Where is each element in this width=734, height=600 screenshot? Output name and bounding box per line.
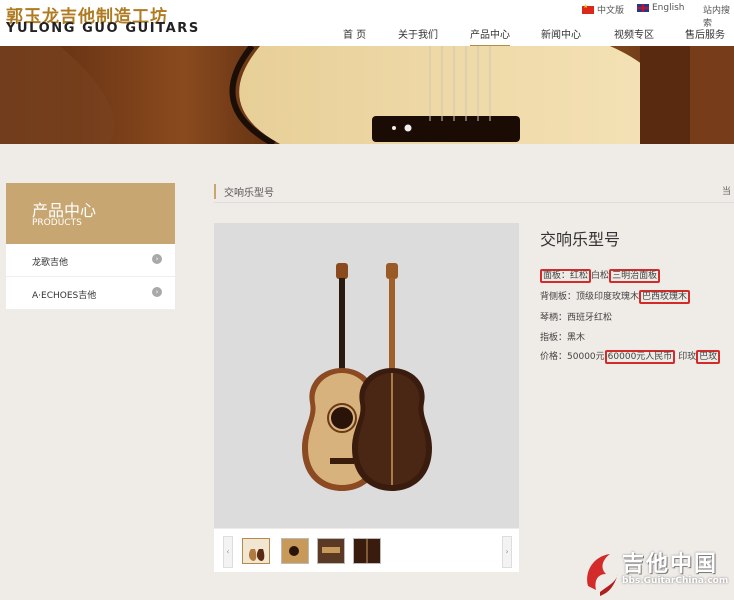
divider (214, 202, 734, 203)
thumbnail[interactable] (353, 538, 381, 564)
sidebar-item-label: 龙歌吉他 (32, 258, 69, 268)
sidebar-item-longge[interactable]: 龙歌吉他 › (6, 244, 175, 277)
chevron-right-icon: › (152, 287, 162, 297)
breadcrumb-location: 当 (722, 187, 732, 197)
sidebar-item-aechoes[interactable]: A·ECHOES吉他 › (6, 277, 175, 310)
logo-english[interactable]: YULONG GUO GUITARS (6, 21, 200, 36)
nav-news[interactable]: 新闻中心 (541, 26, 581, 45)
nav-about[interactable]: 关于我们 (398, 26, 438, 45)
prev-thumb-button[interactable]: ‹ (223, 536, 233, 568)
product-main-image[interactable] (214, 223, 519, 528)
lang-chinese-link[interactable]: 中文版 (582, 3, 624, 16)
lang-english-label: English (652, 3, 685, 13)
dragon-logo-icon (587, 554, 618, 596)
watermark-text: 吉他中国 (622, 552, 719, 577)
sidebar-subtitle: PRODUCTS (32, 218, 82, 228)
thumbnail[interactable] (281, 538, 309, 564)
sidebar-item-label: A·ECHOES吉他 (32, 291, 97, 301)
spec-top-alt: 白松 (591, 271, 610, 281)
spec-fingerboard: 指板：黑木 (540, 333, 586, 343)
hero-banner (0, 46, 734, 144)
nav-home[interactable]: 首 页 (343, 26, 366, 45)
spec-back: 背侧板：顶级印度玫瑰木 巴西玫瑰木 (540, 289, 691, 304)
spec-top-label: 面板：红松 (540, 269, 592, 283)
guitar-banner-image (0, 46, 734, 144)
guitar-product-image (302, 263, 432, 491)
thumbnail[interactable] (242, 538, 270, 564)
china-flag-icon (582, 3, 594, 14)
sidebar-header: 产品中心 PRODUCTS (6, 183, 175, 244)
spec-neck: 琴柄：西班牙红松 (540, 313, 613, 323)
price-rmb: 60000元人民币 (604, 350, 676, 364)
nav-service[interactable]: 售后服务 (685, 26, 725, 45)
watermark: 吉他中国 bbs.GuitarChina.com (578, 546, 734, 600)
uk-flag-icon (637, 4, 649, 12)
product-title: 交响乐型号 (540, 230, 621, 249)
spec-price: 价格：50000元 60000元人民币 印玫 巴玫 (540, 349, 721, 364)
lang-chinese-label: 中文版 (597, 6, 625, 16)
chevron-right-icon: › (152, 254, 162, 264)
next-thumb-button[interactable]: › (502, 536, 512, 568)
spec-back-alt: 巴西玫瑰木 (639, 290, 691, 304)
spec-top-sub: 三明治面板 (609, 269, 661, 283)
nav-products[interactable]: 产品中心 (470, 26, 510, 47)
nav-video[interactable]: 视频专区 (614, 26, 654, 45)
lang-english-link[interactable]: English (637, 3, 685, 13)
watermark-url: bbs.GuitarChina.com (622, 576, 729, 586)
breadcrumb: 交响乐型号 (214, 184, 274, 199)
spec-top: 面板：红松 白松 三明治面板 (540, 268, 661, 283)
thumbnail[interactable] (317, 538, 345, 564)
price-brazil: 巴玫 (696, 350, 721, 364)
sidebar: 产品中心 PRODUCTS 龙歌吉他 › A·ECHOES吉他 › (6, 183, 175, 310)
thumbnail-strip: ‹ › (214, 529, 519, 572)
top-bar: 郭玉龙吉他制造工坊 YULONG GUO GUITARS 中文版 English… (0, 0, 734, 47)
